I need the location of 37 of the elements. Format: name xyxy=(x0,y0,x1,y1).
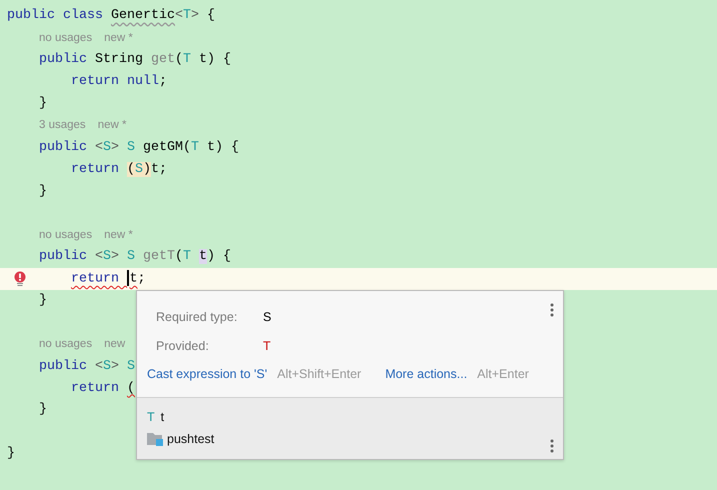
usages-hint[interactable]: no usages xyxy=(39,32,92,44)
field-label: Required type: xyxy=(156,310,238,324)
author-hint[interactable]: new * xyxy=(98,119,126,132)
code-line: } xyxy=(38,96,47,111)
code-line: public <S> S xyxy=(38,358,135,374)
action-link[interactable]: More actions... xyxy=(385,367,468,381)
shortcut-hint: Alt+Shift+Enter xyxy=(277,367,362,381)
code-line: } xyxy=(38,293,47,308)
usages-hint[interactable]: no usages xyxy=(39,338,92,350)
usages-hint[interactable]: no usages xyxy=(39,228,92,241)
code-line: return t; xyxy=(70,270,146,287)
field-label: Provided: xyxy=(156,338,210,352)
code-line: return null; xyxy=(70,74,167,90)
more-options-icon[interactable] xyxy=(550,303,554,317)
type-value: T xyxy=(263,338,271,352)
author-hint[interactable]: new * xyxy=(104,228,133,241)
error-icon[interactable] xyxy=(14,270,26,286)
author-hint[interactable]: new xyxy=(104,338,126,350)
folder-icon xyxy=(147,432,163,446)
code-line: public class Genertic<T> { xyxy=(7,8,215,24)
parameter-name: t xyxy=(160,410,164,424)
module-name: pushtest xyxy=(167,432,214,446)
shortcut-hint: Alt+Enter xyxy=(477,367,529,381)
code-line: public String get(T t) { xyxy=(38,52,231,68)
type-value: S xyxy=(263,310,272,324)
type-parameter: T xyxy=(147,410,155,424)
code-line: } xyxy=(38,184,47,199)
code-line: public <S> S getGM(T t) { xyxy=(38,140,239,155)
code-line: return (S)t; xyxy=(70,162,167,177)
code-line: public <S> S getT(T t) { xyxy=(38,249,231,264)
action-link[interactable]: Cast expression to 'S' xyxy=(147,367,268,381)
usages-hint[interactable]: 3 usages xyxy=(39,119,86,132)
author-hint[interactable]: new * xyxy=(104,32,133,44)
code-line: } xyxy=(38,402,47,418)
code-line: } xyxy=(7,446,15,462)
code-line: return ( xyxy=(70,380,135,396)
more-options-icon[interactable] xyxy=(550,439,554,453)
